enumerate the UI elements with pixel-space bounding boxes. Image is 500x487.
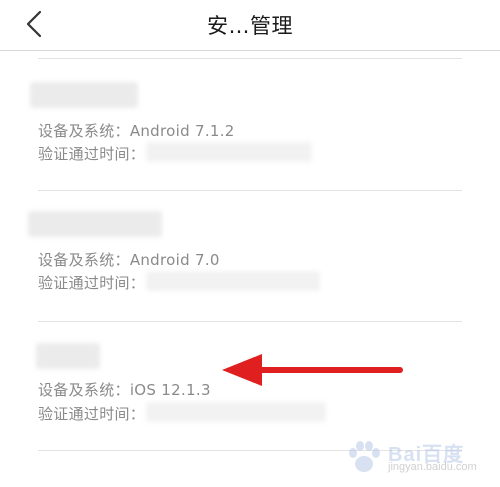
system-label: 设备及系统： [38, 381, 130, 399]
device-management-screen: 安…管理 设备及系统：Android 7.1.2 验证通过时间： 设备及系统：A… [0, 0, 500, 487]
system-label: 设备及系统： [38, 251, 130, 269]
list-divider [38, 190, 462, 191]
arrow-head [222, 354, 262, 386]
list-divider [38, 58, 462, 59]
verified-label: 验证通过时间： [38, 274, 146, 292]
device-system-row: 设备及系统：Android 7.0 [38, 249, 220, 270]
verified-time-redacted [146, 402, 326, 422]
verified-label: 验证通过时间： [38, 405, 146, 423]
system-value: Android 7.0 [129, 251, 220, 269]
device-name-redacted [28, 211, 162, 237]
device-verified-row: 验证通过时间： [38, 143, 145, 164]
device-system-row: 设备及系统：Android 7.1.2 [38, 120, 235, 141]
verified-time-redacted [146, 142, 312, 162]
page-title: 安…管理 [207, 14, 293, 38]
device-system-row: 设备及系统：iOS 12.1.3 [38, 379, 211, 400]
system-label: 设备及系统： [38, 122, 130, 140]
device-name-redacted [36, 343, 100, 369]
navigation-bar: 安…管理 [0, 0, 500, 51]
verified-time-redacted [146, 271, 320, 291]
list-divider [38, 321, 462, 322]
watermark-url: jingyan.baidu.com [388, 461, 477, 473]
device-verified-row: 验证通过时间： [38, 403, 145, 424]
verified-label: 验证通过时间： [38, 145, 146, 163]
paw-logo-icon [349, 441, 380, 472]
red-arrow-annotation [222, 354, 403, 386]
device-name-redacted [30, 82, 138, 108]
baidu-jingyan-watermark: Bai百度 jingyan.baidu.com [344, 435, 484, 479]
system-value: Android 7.1.2 [129, 122, 235, 140]
device-verified-row: 验证通过时间： [38, 272, 145, 293]
system-value: iOS 12.1.3 [129, 381, 211, 399]
